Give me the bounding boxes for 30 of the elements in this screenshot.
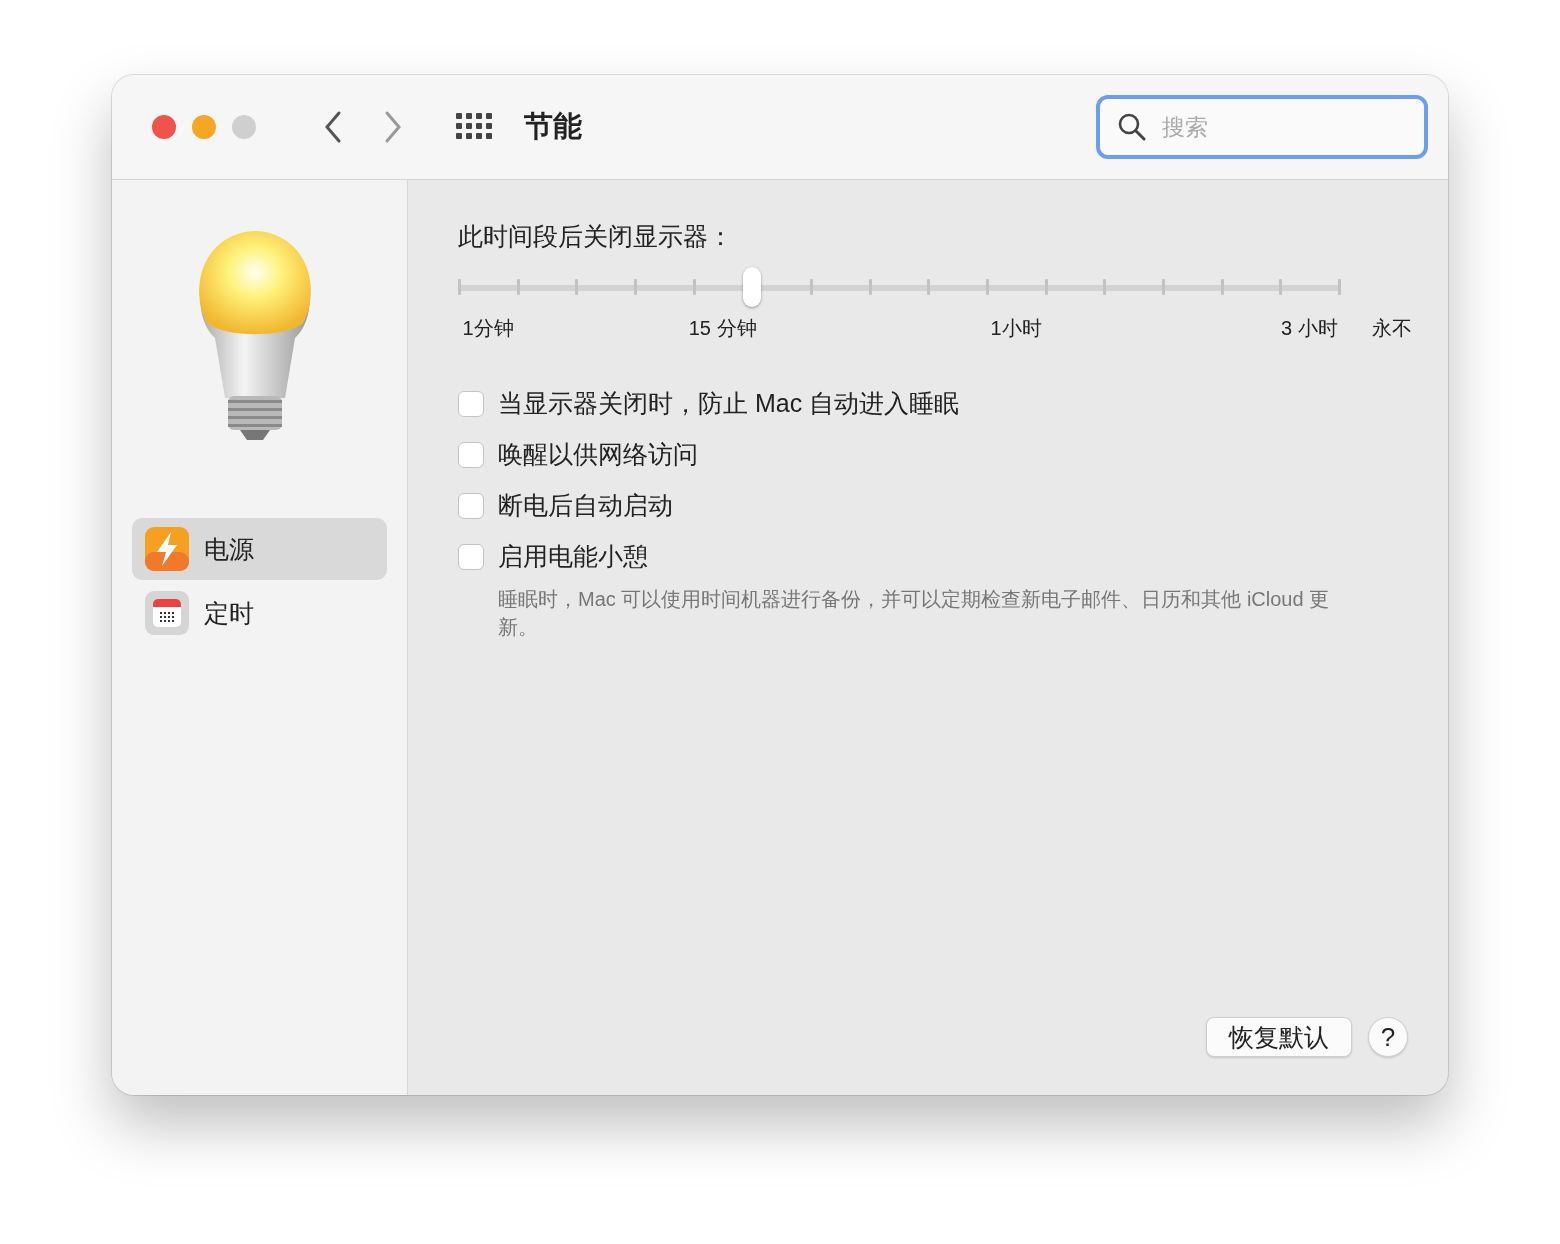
slider-label: 此时间段后关闭显示器： <box>458 221 734 252</box>
checkbox-label: 唤醒以供网络访问 <box>498 439 698 470</box>
checkbox-label: 启用电能小憩 <box>498 541 648 572</box>
sidebar-label: 定时 <box>204 597 254 629</box>
tick-label: 15 分钟 <box>688 316 757 341</box>
close-button[interactable] <box>152 115 176 139</box>
checkbox[interactable] <box>458 492 484 519</box>
help-button[interactable]: ? <box>1368 1017 1408 1057</box>
sidebar-item[interactable]: 定时 <box>132 582 387 644</box>
tick-label: 1分钟 <box>462 316 514 341</box>
checkbox[interactable] <box>458 441 484 468</box>
sidebar-item[interactable]: 电源 <box>132 518 387 580</box>
slider-thumb[interactable] <box>743 267 762 307</box>
checkbox-label: 当显示器关闭时，防止 Mac 自动进入睡眠 <box>498 388 960 419</box>
lightning-icon <box>144 526 190 572</box>
tick-label: 3 小时 <box>1281 316 1338 341</box>
minimize-button[interactable] <box>192 115 216 139</box>
grid-icon[interactable] <box>456 113 494 141</box>
sidebar-label: 电源 <box>204 533 254 565</box>
checkbox-label: 断电后自动启动 <box>498 490 673 521</box>
restore-defaults-button[interactable]: 恢复默认 <box>1206 1017 1352 1057</box>
zoom-button[interactable] <box>232 115 256 139</box>
tick-label: 1小时 <box>990 316 1042 341</box>
search-field[interactable]: 搜索 <box>1096 95 1428 159</box>
option-description: 睡眠时，Mac 可以使用时间机器进行备份，并可以定期检查新电子邮件、日历和其他 iCloud 更新。 <box>498 587 1331 640</box>
window-title: 节能 <box>524 109 582 144</box>
checkbox[interactable] <box>458 543 484 570</box>
checkbox[interactable] <box>458 390 484 417</box>
tick-label: 永不 <box>1372 316 1412 341</box>
calendar-icon <box>144 590 190 636</box>
